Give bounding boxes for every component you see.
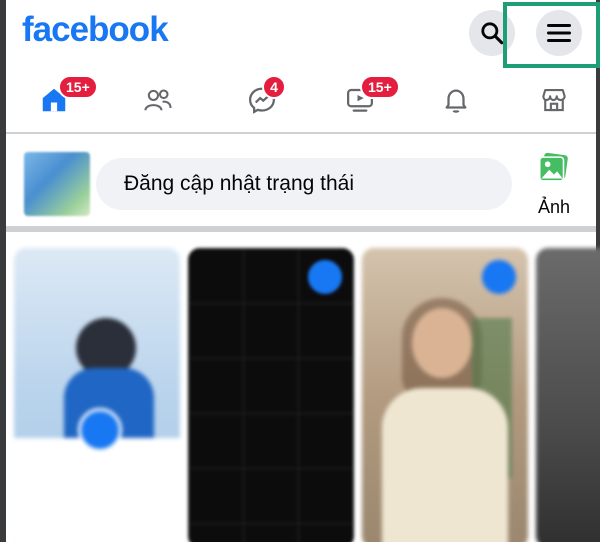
story-card[interactable] [536, 248, 600, 542]
top-header: facebook [6, 0, 600, 68]
home-badge: 15+ [58, 75, 98, 99]
messenger-badge: 4 [262, 75, 286, 99]
status-composer: Đăng cập nhật trạng thái Ảnh [6, 136, 596, 232]
tab-messenger[interactable]: 4 [222, 68, 302, 132]
tab-home[interactable]: 15+ [14, 68, 98, 132]
story-card[interactable] [362, 248, 528, 542]
story-card[interactable] [188, 248, 354, 542]
story-avatar [482, 260, 516, 294]
highlight-box [503, 2, 600, 68]
add-story-icon[interactable] [78, 408, 122, 452]
stories-row [6, 238, 600, 542]
search-icon [481, 22, 504, 45]
create-story-card[interactable] [14, 248, 180, 542]
tab-marketplace[interactable] [514, 68, 594, 132]
status-input[interactable]: Đăng cập nhật trạng thái [96, 158, 512, 210]
photo-label: Ảnh [537, 197, 571, 217]
facebook-logo[interactable]: facebook [22, 10, 169, 50]
photo-button[interactable]: Ảnh [528, 150, 580, 220]
friends-icon [144, 89, 172, 111]
store-icon [542, 88, 566, 112]
bell-icon [445, 89, 467, 113]
photo-icon [538, 152, 568, 182]
avatar[interactable] [24, 152, 90, 216]
tab-notifications[interactable] [416, 68, 496, 132]
tab-watch[interactable]: 15+ [320, 68, 400, 132]
tab-bar: 15+ 4 15+ [6, 68, 596, 134]
watch-badge: 15+ [360, 75, 400, 99]
story-avatar [308, 260, 342, 294]
tab-friends[interactable] [118, 68, 198, 132]
